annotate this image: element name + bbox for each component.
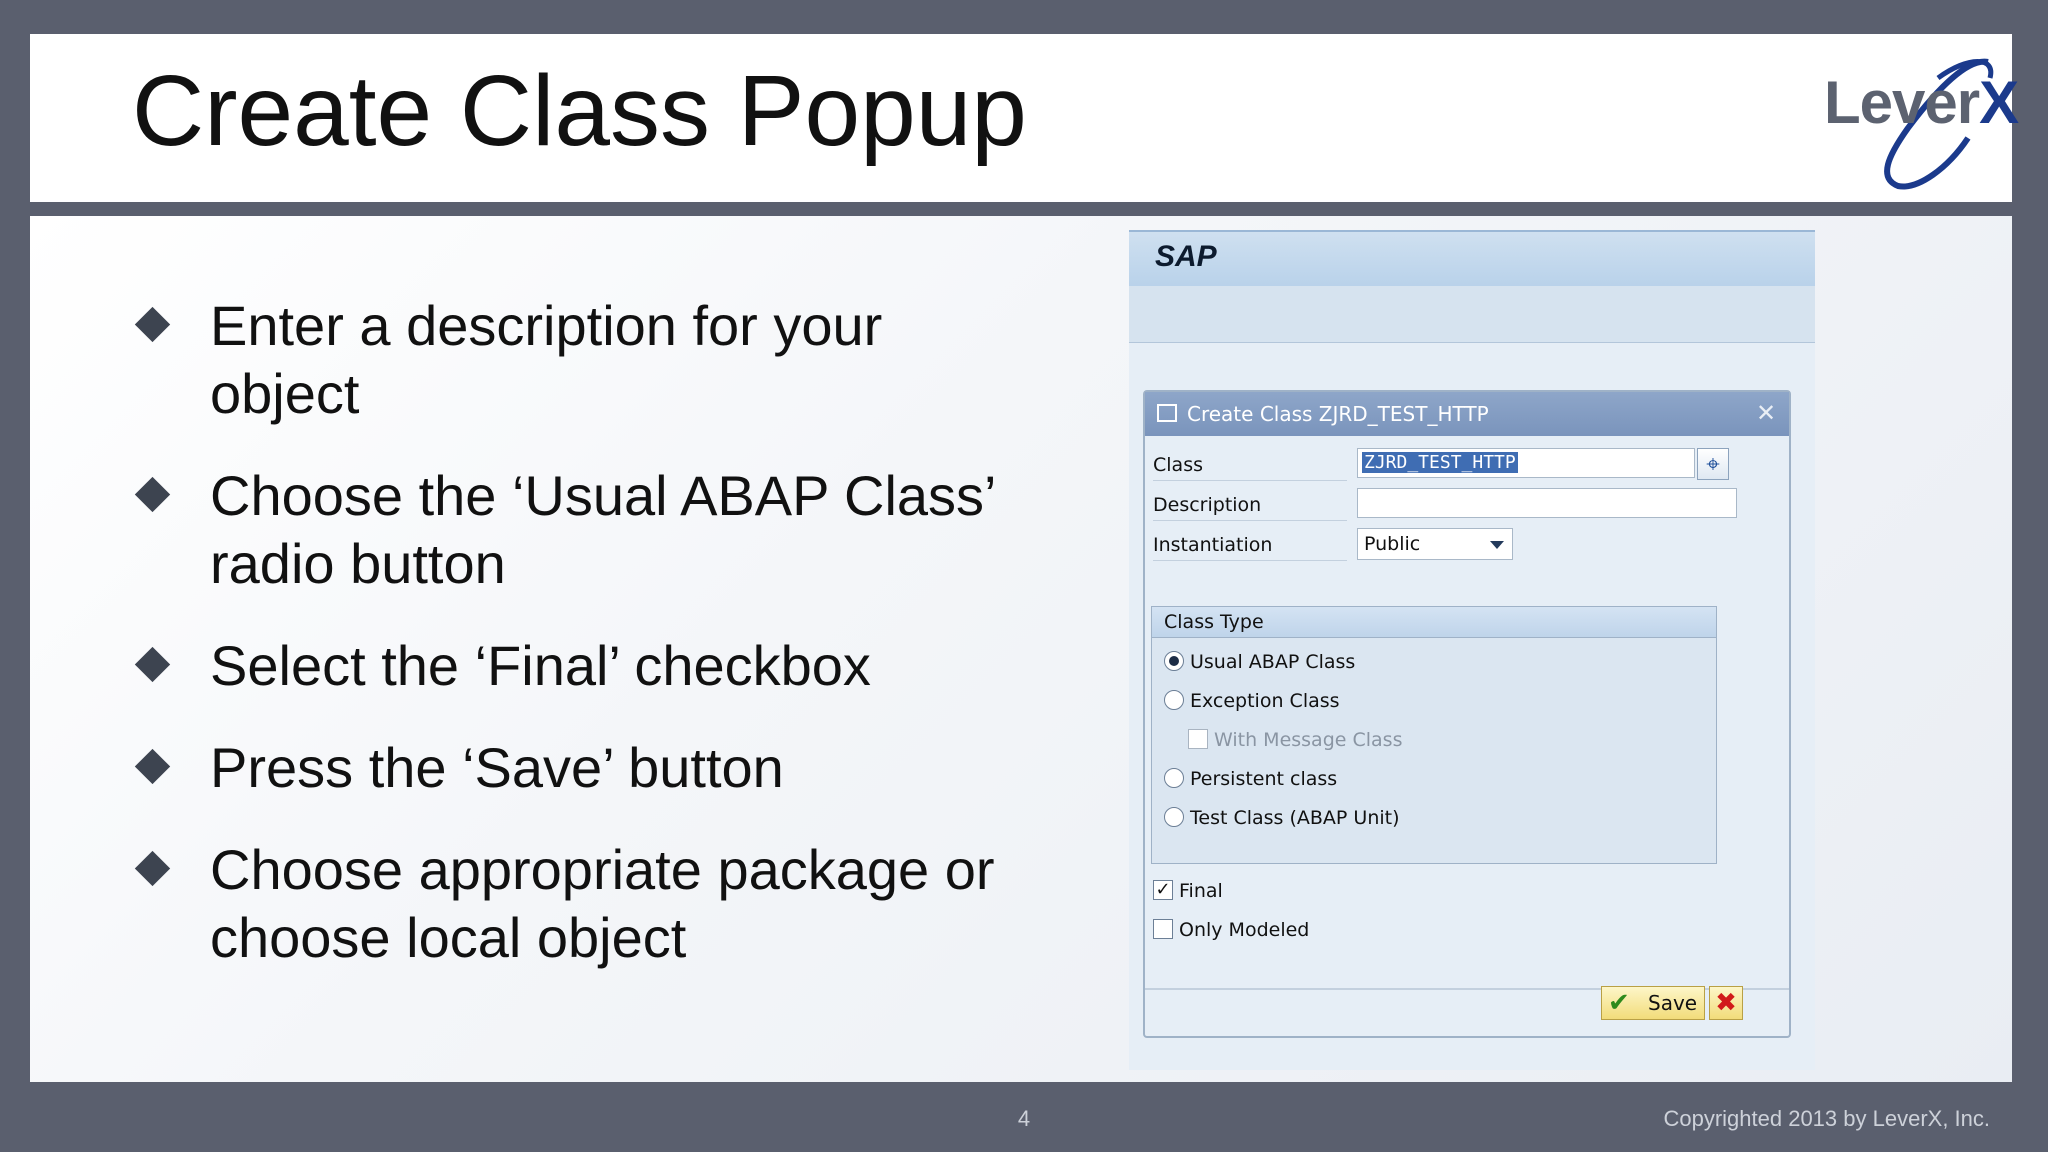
- checkmark-icon[interactable]: ✓: [1153, 880, 1173, 900]
- class-name-input[interactable]: ZJRD_TEST_HTTP: [1357, 448, 1695, 478]
- dropdown-arrow-icon[interactable]: [1490, 541, 1504, 549]
- radio-icon[interactable]: [1164, 768, 1184, 788]
- class-type-group: Class Type Usual ABAP Class Exception Cl…: [1151, 606, 1717, 864]
- bullet-item: Select the ‘Final’ checkbox: [132, 632, 1012, 700]
- sap-title-bar: SAP: [1129, 230, 1815, 286]
- close-icon: ✖: [1715, 988, 1737, 1018]
- instantiation-value: Public: [1364, 533, 1421, 555]
- edit-window-icon: [1157, 404, 1177, 422]
- class-row: Class ZJRD_TEST_HTTP ⌖: [1153, 448, 1753, 481]
- create-class-dialog: Create Class ZJRD_TEST_HTTP ✕ Class ZJRD…: [1143, 390, 1791, 1038]
- radio-selected-icon[interactable]: [1164, 651, 1184, 671]
- slide-title: Create Class Popup: [132, 55, 1027, 167]
- save-button[interactable]: ✔ Save: [1601, 986, 1705, 1020]
- instantiation-label: Instantiation: [1153, 532, 1347, 561]
- close-icon[interactable]: ✕: [1753, 400, 1779, 426]
- class-label: Class: [1153, 452, 1347, 481]
- bullet-item: Choose the ‘Usual ABAP Class’ radio butt…: [132, 462, 1012, 598]
- instantiation-select[interactable]: Public: [1357, 528, 1513, 560]
- diamond-bullet-icon: [134, 850, 171, 887]
- bullet-item: Enter a description for your object: [132, 292, 1012, 428]
- diamond-bullet-icon: [134, 306, 171, 343]
- value-help-button[interactable]: ⌖: [1697, 448, 1729, 480]
- diamond-bullet-icon: [134, 476, 171, 513]
- leverx-logo: LeverX: [1818, 48, 2019, 194]
- dialog-title: Create Class ZJRD_TEST_HTTP: [1187, 402, 1489, 426]
- sap-logo: SAP: [1155, 240, 1217, 273]
- value-help-icon: ⌖: [1706, 450, 1720, 478]
- bullet-list: Enter a description for your object Choo…: [132, 292, 1012, 1006]
- copyright-text: Copyrighted 2013 by LeverX, Inc.: [1663, 1106, 1990, 1131]
- checkbox-icon[interactable]: [1153, 919, 1173, 939]
- checkmark-icon: ✔: [1608, 988, 1630, 1018]
- diamond-bullet-icon: [134, 748, 171, 785]
- checkbox-icon: [1188, 729, 1208, 749]
- instantiation-row: Instantiation Public: [1153, 528, 1753, 561]
- bullet-item: Press the ‘Save’ button: [132, 734, 1012, 802]
- description-input[interactable]: [1357, 488, 1737, 518]
- cancel-button[interactable]: ✖: [1709, 986, 1743, 1020]
- class-name-value: ZJRD_TEST_HTTP: [1362, 452, 1518, 473]
- description-label: Description: [1153, 492, 1347, 521]
- sap-screenshot: SAP Create Class ZJRD_TEST_HTTP ✕ Class …: [1129, 230, 1815, 1070]
- description-row: Description: [1153, 488, 1753, 521]
- dialog-title-bar: Create Class ZJRD_TEST_HTTP ✕: [1145, 392, 1789, 436]
- sap-toolbar: [1129, 286, 1815, 343]
- bullet-item: Choose appropriate package or choose loc…: [132, 836, 1012, 972]
- radio-icon[interactable]: [1164, 690, 1184, 710]
- page-number: 4: [1017, 1106, 1031, 1131]
- radio-icon[interactable]: [1164, 807, 1184, 827]
- class-type-heading: Class Type: [1152, 607, 1716, 638]
- header-divider: [30, 202, 2012, 214]
- logo-wordmark: LeverX: [1824, 69, 2019, 136]
- diamond-bullet-icon: [134, 646, 171, 683]
